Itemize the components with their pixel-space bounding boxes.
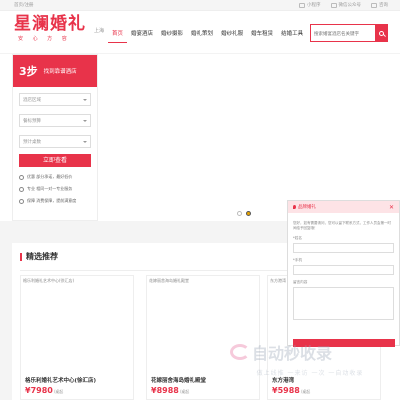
nav-hotels[interactable]: 婚宴酒店 [127,29,157,43]
discount-icon [19,174,24,180]
venue-price: ¥7980/桌起 [25,386,64,395]
message-field[interactable] [293,287,394,320]
panel-header: 3步 找到靠谱酒店 [13,55,97,87]
tables-select[interactable]: 预计桌数 [19,135,91,148]
main-nav: 首页 婚宴酒店 婚纱摄影 婚礼策划 婚纱礼服 婚车租赁 结婚工具 [108,29,307,43]
logo-text: 星澜婚礼 [14,14,86,34]
chevron-down-icon [83,119,87,122]
view-now-button[interactable]: 立即查看 [19,154,91,167]
close-icon[interactable]: ✕ [389,204,394,211]
carousel-dot-active[interactable] [246,211,251,216]
venue-price: ¥8988/桌起 [151,386,190,395]
nav-planning[interactable]: 婚礼策划 [187,29,217,43]
nav-dress[interactable]: 婚纱礼服 [217,29,247,43]
nav-home[interactable]: 首页 [108,29,128,43]
venue-card[interactable]: 花嫁丽舍海岛婚礼殿堂 花嫁丽舍海岛婚礼殿堂 ¥8988/桌起 [146,275,260,400]
feature-item: 优惠 部分承诺，最好低价 [19,174,91,180]
venue-price: ¥5988/桌起 [272,386,311,395]
venue-name[interactable]: 东方港湾 [272,376,294,384]
venue-image[interactable]: 花嫁丽舍海岛婚礼殿堂 [147,276,259,371]
logo-slogan: 安 心 方 容 [18,36,71,42]
feature-item: 保障 消费保障，提前满意度 [19,198,91,204]
venue-name[interactable]: 花嫁丽舍海岛婚礼殿堂 [151,376,206,384]
budget-select[interactable]: 餐标预算 [19,114,91,127]
section-title: 精选推荐 [20,253,58,261]
location-pin-icon [293,205,296,209]
nav-photo[interactable]: 婚纱摄影 [157,29,187,43]
panel-hint: 找到靠谱酒店 [43,69,77,75]
submit-button[interactable] [293,339,395,347]
shield-icon [19,198,24,204]
venue-name[interactable]: 格乐利婚礼艺术中心(徐汇店) [25,376,96,384]
venue-card[interactable]: 格乐利婚礼艺术中心(徐汇店) 格乐利婚礼艺术中心(徐汇店) ¥7980/桌起 [20,275,134,400]
logo[interactable]: 星澜婚礼 安 心 方 容 [14,14,86,43]
carousel-dots [237,211,251,216]
feature-list: 优惠 部分承诺，最好低价 专业 相同一对一专业服务 保障 消费保障，提前满意度 [19,174,91,204]
nav-tools[interactable]: 结婚工具 [277,29,307,43]
area-select[interactable]: 酒店区域 [19,93,91,106]
wechat-link[interactable]: 微信公众号 [330,2,361,8]
mini-program-icon [299,2,305,8]
phone-icon [371,2,377,8]
search-button[interactable] [375,24,388,42]
phone-label: *手机 [293,258,302,262]
search-box [310,24,376,42]
mini-program-link[interactable]: 小程序 [299,2,321,8]
search-icon [379,30,384,36]
wechat-icon [330,2,337,8]
popup-intro: 您好，如有需要请问，您可以留下联系方式，工作人员会第一时间给予回复哦！ [293,221,391,230]
nav-car[interactable]: 婚车租赁 [247,29,277,43]
login-register-link[interactable]: 首页/注册 [14,2,34,8]
consult-popup: 品牌婚礼 ✕ 您好，如有需要请问，您可以留下联系方式，工作人员会第一时间给予回复… [287,200,400,347]
service-icon [19,186,24,192]
name-label: *姓名 [293,236,302,240]
carousel-dot[interactable] [237,211,242,216]
chevron-down-icon [83,98,87,101]
top-bar: 首页/注册 小程序 微信公众号 咨询 [0,0,400,11]
step-count: 3步 [19,65,38,78]
city-selector[interactable]: 上海 [94,27,104,34]
feature-item: 专业 相同一对一专业服务 [19,186,91,192]
popup-title: 品牌婚礼 [298,205,316,210]
chevron-down-icon [83,140,87,143]
popup-header: 品牌婚礼 ✕ [288,201,399,213]
phone-field[interactable] [293,265,394,275]
search-input[interactable] [311,25,375,41]
hotel-finder-panel: 3步 找到靠谱酒店 酒店区域 餐标预算 预计桌数 立即查看 优惠 部分承诺，最好… [12,54,98,221]
message-label: 留言内容 [293,280,308,284]
name-field[interactable] [293,243,394,253]
venue-image[interactable]: 格乐利婚礼艺术中心(徐汇店) [21,276,133,371]
consult-link[interactable]: 咨询 [371,2,388,8]
